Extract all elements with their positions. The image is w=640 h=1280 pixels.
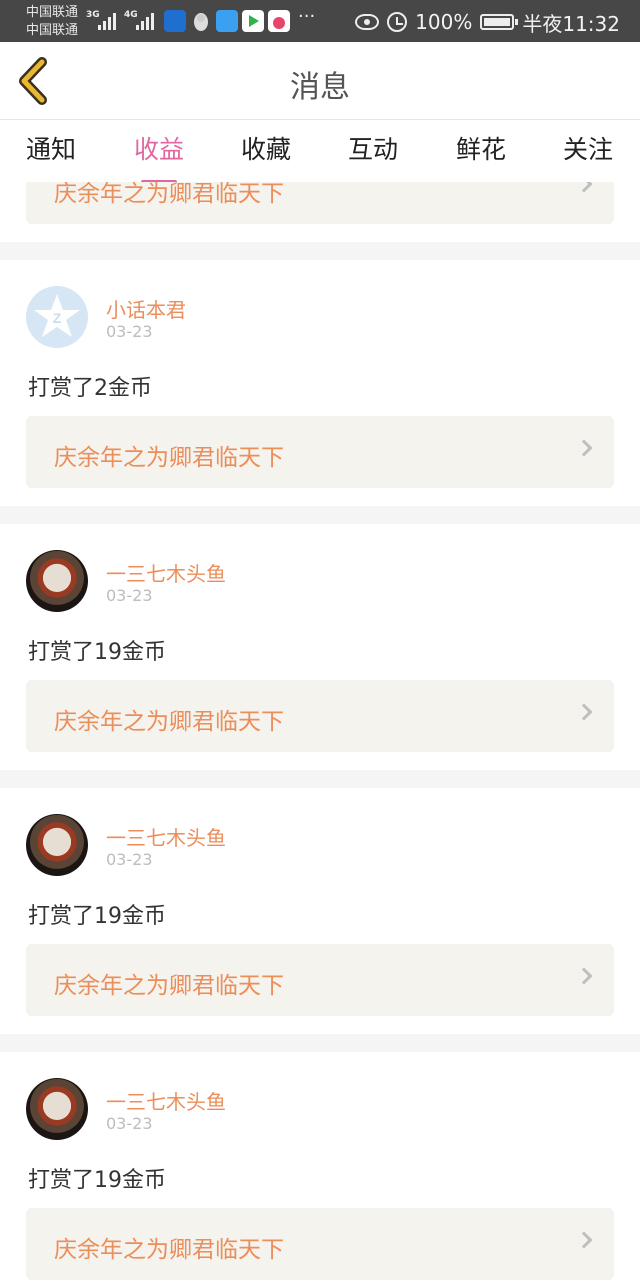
user-name[interactable]: 一三七木头鱼	[106, 822, 226, 851]
user-name[interactable]: 小话本君	[106, 294, 186, 323]
tab-notifications[interactable]: 通知	[11, 130, 91, 176]
reward-text: 打赏了19金币	[28, 904, 166, 929]
reward-text: 打赏了2金币	[28, 376, 152, 401]
tab-earnings[interactable]: 收益	[119, 130, 199, 184]
book-link[interactable]: 庆余年之为卿君临天下	[26, 944, 614, 1016]
battery-icon	[480, 14, 519, 30]
book-link[interactable]: 庆余年之为卿君临天下	[26, 416, 614, 488]
chevron-right-icon	[575, 703, 593, 721]
nav-bar: 消息	[0, 42, 640, 120]
carrier-1: 中国联通	[26, 5, 79, 20]
chevron-right-icon	[575, 182, 593, 193]
chevron-right-icon	[575, 439, 593, 457]
tab-favorites[interactable]: 收藏	[226, 130, 306, 176]
message-date: 03-23	[106, 850, 153, 869]
book-link[interactable]: 庆余年之为卿君临天下	[26, 1208, 614, 1280]
book-title: 庆余年之为卿君临天下	[54, 445, 284, 471]
book-title: 庆余年之为卿君临天下	[54, 709, 284, 735]
battery-percent: 100%	[415, 10, 473, 34]
chevron-right-icon	[575, 967, 593, 985]
reward-text: 打赏了19金币	[28, 640, 166, 665]
message-date: 03-23	[106, 586, 153, 605]
book-title: 庆余年之为卿君临天下	[54, 1237, 284, 1263]
qq-star-avatar-icon: Z	[34, 294, 80, 337]
avatar[interactable]	[26, 550, 88, 612]
book-title: 庆余年之为卿君临天下	[54, 182, 284, 207]
carrier-2: 中国联通	[26, 23, 79, 38]
user-name[interactable]: 一三七木头鱼	[106, 558, 226, 587]
avatar[interactable]	[26, 814, 88, 876]
qianniu-app-icon	[268, 10, 290, 32]
qq-penguin-icon	[190, 10, 212, 32]
tab-flowers[interactable]: 鲜花	[441, 130, 521, 176]
list-item: Z 小话本君 03-23 打赏了2金币 庆余年之为卿君临天下	[0, 260, 640, 506]
user-name[interactable]: 一三七木头鱼	[106, 1086, 226, 1115]
tab-bar: 通知 收益 收藏 互动 鲜花 关注	[0, 120, 640, 184]
avatar[interactable]	[26, 1078, 88, 1140]
book-link[interactable]: 庆余年之为卿君临天下	[26, 680, 614, 752]
status-bar: 中国联通 中国联通 3G 4G ··· 100% 半夜11:32	[0, 0, 640, 42]
video-play-icon	[242, 10, 264, 32]
list-item: 一三七木头鱼 03-23 打赏了19金币 庆余年之为卿君临天下	[0, 524, 640, 770]
message-list[interactable]: 庆余年之为卿君临天下 Z 小话本君 03-23 打赏了2金币 庆余年之为卿君临天…	[0, 182, 640, 1280]
list-item: 一三七木头鱼 03-23 打赏了19金币 庆余年之为卿君临天下	[0, 1052, 640, 1280]
tab-following[interactable]: 关注	[548, 130, 628, 176]
reward-text: 打赏了19金币	[28, 1168, 166, 1193]
chevron-right-icon	[575, 1231, 593, 1249]
list-item: 一三七木头鱼 03-23 打赏了19金币 庆余年之为卿君临天下	[0, 788, 640, 1034]
book-title: 庆余年之为卿君临天下	[54, 973, 284, 999]
svg-text:Z: Z	[53, 310, 62, 326]
avatar[interactable]: Z	[26, 286, 88, 348]
list-item: 庆余年之为卿君临天下	[0, 182, 640, 242]
tab-interactions[interactable]: 互动	[333, 130, 413, 176]
message-date: 03-23	[106, 1114, 153, 1133]
carrier-labels: 中国联通 中国联通	[26, 4, 78, 40]
message-date: 03-23	[106, 322, 153, 341]
clock-time: 半夜11:32	[522, 11, 620, 36]
status-right: 100% 半夜11:32	[355, 8, 620, 36]
eye-comfort-icon	[355, 14, 380, 30]
alarm-clock-icon	[387, 12, 408, 32]
page-title: 消息	[290, 70, 350, 105]
book-link[interactable]: 庆余年之为卿君临天下	[26, 182, 614, 224]
shield-app-icon	[164, 10, 186, 32]
message-app-icon	[216, 10, 238, 32]
more-notifications-icon: ···	[298, 6, 316, 27]
